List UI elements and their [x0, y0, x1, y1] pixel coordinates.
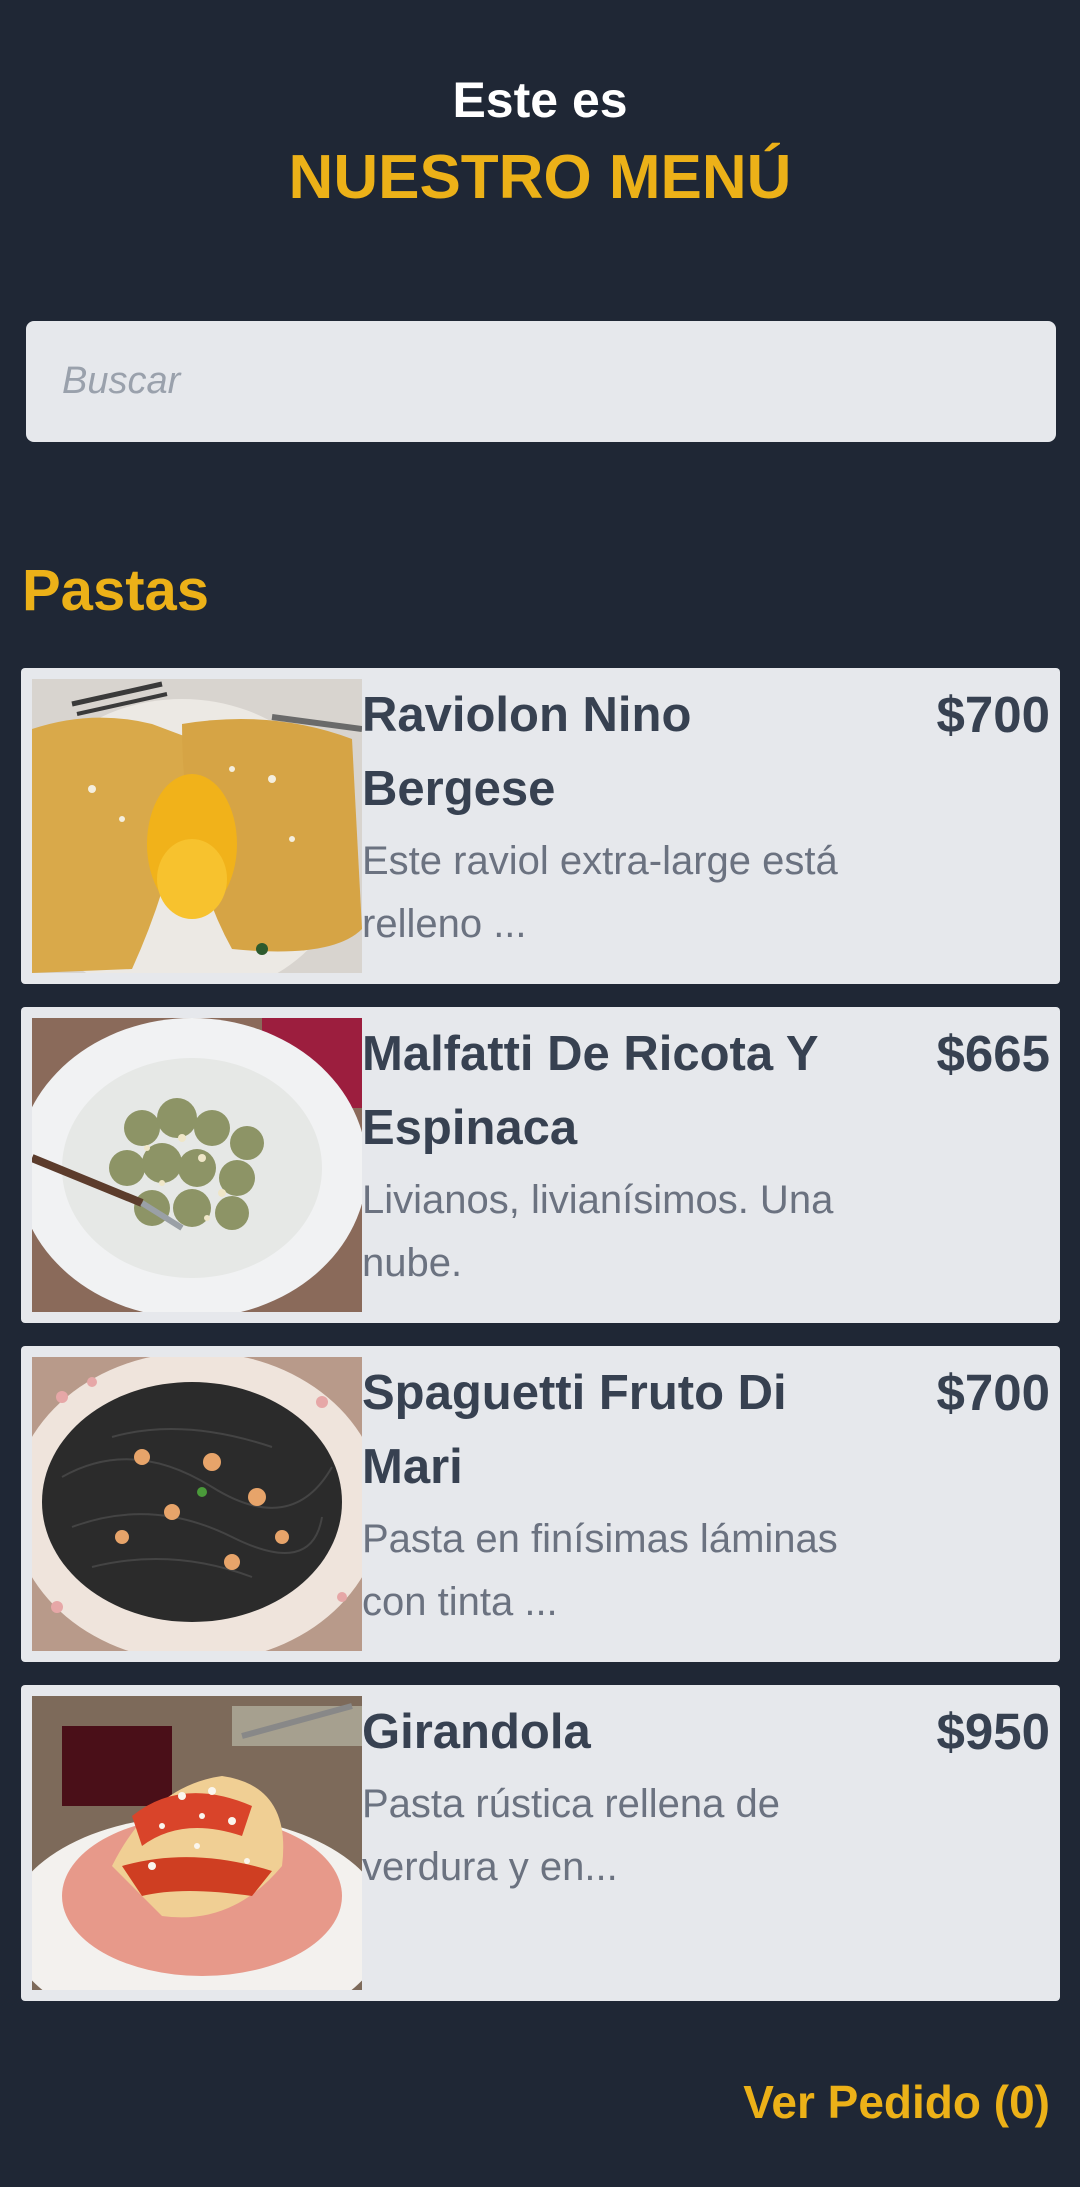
dish-price: $665 [936, 1025, 1050, 1082]
menu-item-card[interactable]: Raviolon Nino Bergese Este raviol extra-… [21, 668, 1060, 984]
search-box[interactable] [26, 321, 1056, 442]
menu-item-card[interactable]: Spaguetti Fruto Di Mari Pasta en finísim… [21, 1346, 1060, 1662]
header: Este es NUESTRO MENÚ [0, 68, 1080, 220]
search-input[interactable] [60, 359, 1022, 404]
dish-price: $950 [936, 1703, 1050, 1760]
page-title: NUESTRO MENÚ [288, 143, 792, 212]
dish-description: Pasta rústica rellena de verdura y en... [362, 1782, 781, 1889]
view-order-button[interactable]: Ver Pedido (0) [743, 2068, 1050, 2136]
dish-name: Raviolon Nino Bergese Este raviol extra-… [362, 678, 862, 956]
menu-item-card[interactable]: Malfatti De Ricota Y Espinaca Livianos, … [21, 1007, 1060, 1323]
section-title: Pastas [22, 558, 210, 623]
ravioli-photo [32, 679, 362, 973]
spaghetti-photo [32, 1357, 362, 1651]
dish-description: Livianos, livianísimos. Una nube. [362, 1178, 834, 1285]
dish-name: Girandola Pasta rústica rellena de verdu… [362, 1695, 862, 1899]
dish-name: Malfatti De Ricota Y Espinaca Livianos, … [362, 1017, 862, 1295]
malfatti-photo [32, 1018, 362, 1312]
menu-page: Este es NUESTRO MENÚ Pastas [0, 0, 1080, 2187]
header-subtitle: Este es [452, 72, 628, 128]
dish-name: Spaguetti Fruto Di Mari Pasta en finísim… [362, 1356, 862, 1634]
dish-description: Este raviol extra-large está relleno ... [362, 839, 838, 946]
dish-price: $700 [936, 1364, 1050, 1421]
dish-price: $700 [936, 686, 1050, 743]
dish-description: Pasta en finísimas láminas con tinta ... [362, 1517, 838, 1624]
girandola-photo [32, 1696, 362, 1990]
menu-item-card[interactable]: Girandola Pasta rústica rellena de verdu… [21, 1685, 1060, 2001]
